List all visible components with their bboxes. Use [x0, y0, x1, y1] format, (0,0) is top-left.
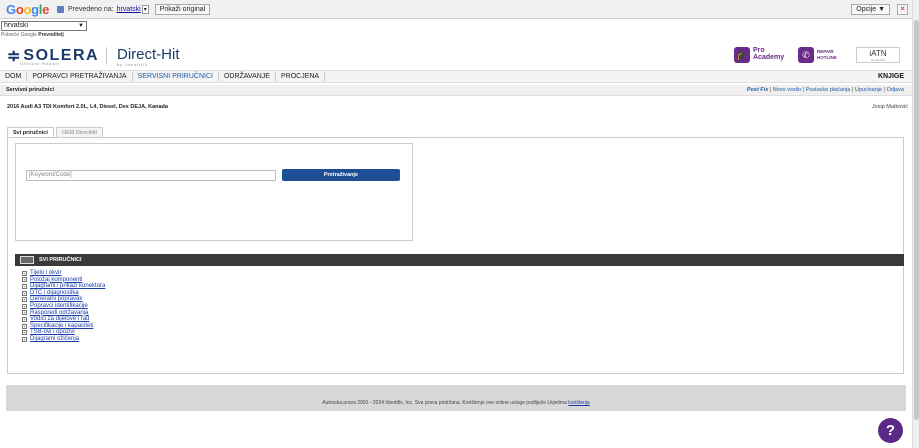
powered-by-google: Pokreće Google Prevoditelj [1, 32, 64, 38]
translate-icon [57, 5, 65, 13]
list-item[interactable]: + TSB-ovi i opozivi [22, 329, 105, 336]
chevron-down-icon: ▼ [78, 23, 84, 29]
google-small-logo: Google [20, 32, 37, 38]
list-item[interactable]: + Popravci identifikacije [22, 303, 105, 310]
list-item[interactable]: + DTC i dijagnostika [22, 290, 105, 297]
account-links: Post Fix | Novo vozilo | Postavke plaćan… [746, 87, 904, 93]
google-translate-bar: Google Prevedeno na: hrvatski ▾ Prikaži … [0, 0, 912, 19]
list-item[interactable]: + Dijagrami i prikazi konektora [22, 283, 105, 290]
help-button[interactable]: ? [878, 418, 903, 443]
expand-icon[interactable]: + [22, 330, 27, 336]
list-item[interactable]: + Generalni popravak [22, 296, 105, 303]
main-nav: DOM POPRAVCI PRETRAŽIVANJA SERVISNI PRIR… [0, 70, 912, 83]
header-divider [106, 47, 107, 65]
scrollbar-thumb[interactable] [914, 20, 919, 420]
all-manuals-title: SVI PRIRUČNICI [39, 257, 82, 263]
expand-icon[interactable]: + [22, 290, 27, 296]
solera-subtitle: Vehicle Repair [20, 61, 60, 66]
tab-oem-directhit[interactable]: OEM DirectHit [55, 127, 103, 137]
target-language-link[interactable]: hrvatski [117, 6, 141, 13]
manuals-list: + Tijelo i okvir + Položaj komponenti + Dij… [22, 270, 105, 343]
post-fix-link[interactable]: Post Fix [747, 87, 768, 93]
new-vehicle-link[interactable]: Novo vozilo [773, 87, 801, 93]
expand-icon[interactable]: + [22, 336, 27, 342]
search-input[interactable]: [Keyword/Code] [26, 170, 276, 181]
search-button[interactable]: Pretraživanje [282, 169, 400, 181]
google-logo: Google [6, 1, 50, 17]
close-icon[interactable]: ✕ [897, 4, 908, 15]
list-item[interactable]: + Vodiči za dijelove i rad [22, 316, 105, 323]
show-original-button[interactable]: Prikaži original [154, 3, 211, 15]
list-item[interactable]: + Položaj komponenti [22, 277, 105, 284]
app-header: ≑ SOLERA Vehicle Repair Direct-Hit by Id… [0, 42, 912, 69]
expand-icon[interactable]: + [22, 277, 27, 283]
nav-item-service-manuals[interactable]: SERVISNI PRIRUČNICI [133, 72, 219, 81]
list-item[interactable]: + Rasporedi održavanja [22, 310, 105, 317]
expand-icon[interactable]: + [22, 303, 27, 309]
list-item[interactable]: + Specifikacije i kapaciteti [22, 323, 105, 330]
user-name: Josip Matković [871, 104, 908, 110]
nav-item-maintenance[interactable]: ODRŽAVANJE [219, 72, 276, 81]
section-title: Servisni priručnici [6, 87, 54, 93]
repair-hotline-link[interactable]: REPAIR HOTLINE [817, 49, 837, 61]
vehicle-title: 2016 Audi A3 TDI Komfort 2.0L, L4, Diese… [7, 104, 168, 110]
nav-item-home[interactable]: DOM [0, 72, 28, 81]
payment-settings-link[interactable]: Postavke plaćanja [806, 87, 851, 93]
language-dropdown-icon[interactable]: ▾ [141, 4, 149, 14]
logout-link[interactable]: Odjava [887, 87, 904, 93]
expand-icon[interactable]: + [22, 270, 27, 276]
direct-hit-logo[interactable]: Direct-Hit [117, 46, 180, 63]
page: Google Prevedeno na: hrvatski ▾ Prikaži … [0, 0, 919, 448]
graduation-cap-icon[interactable]: 🎓 [734, 47, 750, 63]
solera-mark-icon: ≑ [7, 48, 21, 65]
options-button[interactable]: Opcije ▼ [851, 4, 890, 15]
book-icon [20, 256, 34, 264]
sub-header: Servisni priručnici Post Fix | Novo vozi… [0, 85, 912, 96]
expand-icon[interactable]: + [22, 297, 27, 303]
tab-all-manuals[interactable]: Svi priručnici [7, 127, 54, 137]
manual-tabs: Svi priručnici OEM DirectHit [7, 127, 105, 137]
list-item[interactable]: + Dijagrami ožičenja [22, 336, 105, 343]
nav-item-estimate[interactable]: PROCJENA [276, 72, 326, 81]
direct-hit-subtitle: by Identifix [117, 62, 149, 67]
referral-link[interactable]: Upućivanje [855, 87, 882, 93]
expand-icon[interactable]: + [22, 323, 27, 329]
search-box [15, 143, 413, 241]
nav-item-books[interactable]: KNJIGE [878, 73, 904, 80]
nav-item-repair-search[interactable]: POPRAVCI PRETRAŽIVANJA [27, 72, 133, 81]
list-item[interactable]: + Tijelo i okvir [22, 270, 105, 277]
all-manuals-header: SVI PRIRUČNICI [15, 254, 904, 266]
language-select-value: hrvatski [4, 22, 29, 29]
pro-academy-link[interactable]: Pro Academy [753, 47, 784, 61]
iatn-logo[interactable]: iATN by Identifix [856, 47, 900, 63]
language-select[interactable]: hrvatski ▼ [1, 21, 87, 31]
copyright-text: Autorska prava 2001 - 2024 Identifix, In… [322, 400, 567, 406]
footer: Autorska prava 2001 - 2024 Identifix, In… [6, 385, 906, 411]
vertical-scrollbar[interactable] [912, 0, 919, 448]
expand-icon[interactable]: + [22, 310, 27, 316]
phone-icon[interactable]: ✆ [798, 47, 814, 63]
translated-to-label: Prevedeno na: [68, 5, 114, 13]
expand-icon[interactable]: + [22, 316, 27, 322]
terms-link[interactable]: korištenja [568, 400, 589, 406]
expand-icon[interactable]: + [22, 283, 27, 289]
